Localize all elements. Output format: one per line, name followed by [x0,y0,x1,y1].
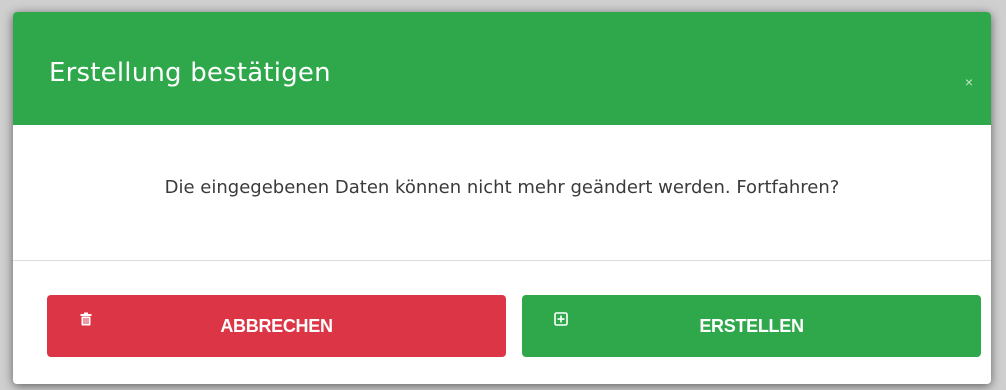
close-button[interactable]: × [959,72,979,92]
dialog-body: Die eingegebenen Daten können nicht mehr… [13,125,991,260]
footer-divider [13,260,991,261]
cancel-button[interactable]: ABBRECHEN [47,295,506,357]
dialog-message: Die eingegebenen Daten können nicht mehr… [164,177,840,198]
dialog-header: Erstellung bestätigen × [13,12,991,125]
cancel-button-label: ABBRECHEN [220,316,333,336]
create-button[interactable]: ERSTELLEN [522,295,981,357]
create-button-label: ERSTELLEN [699,316,804,336]
dialog-title: Erstellung bestätigen [49,58,331,88]
confirm-dialog: Erstellung bestätigen × Die eingegebenen… [13,12,991,384]
